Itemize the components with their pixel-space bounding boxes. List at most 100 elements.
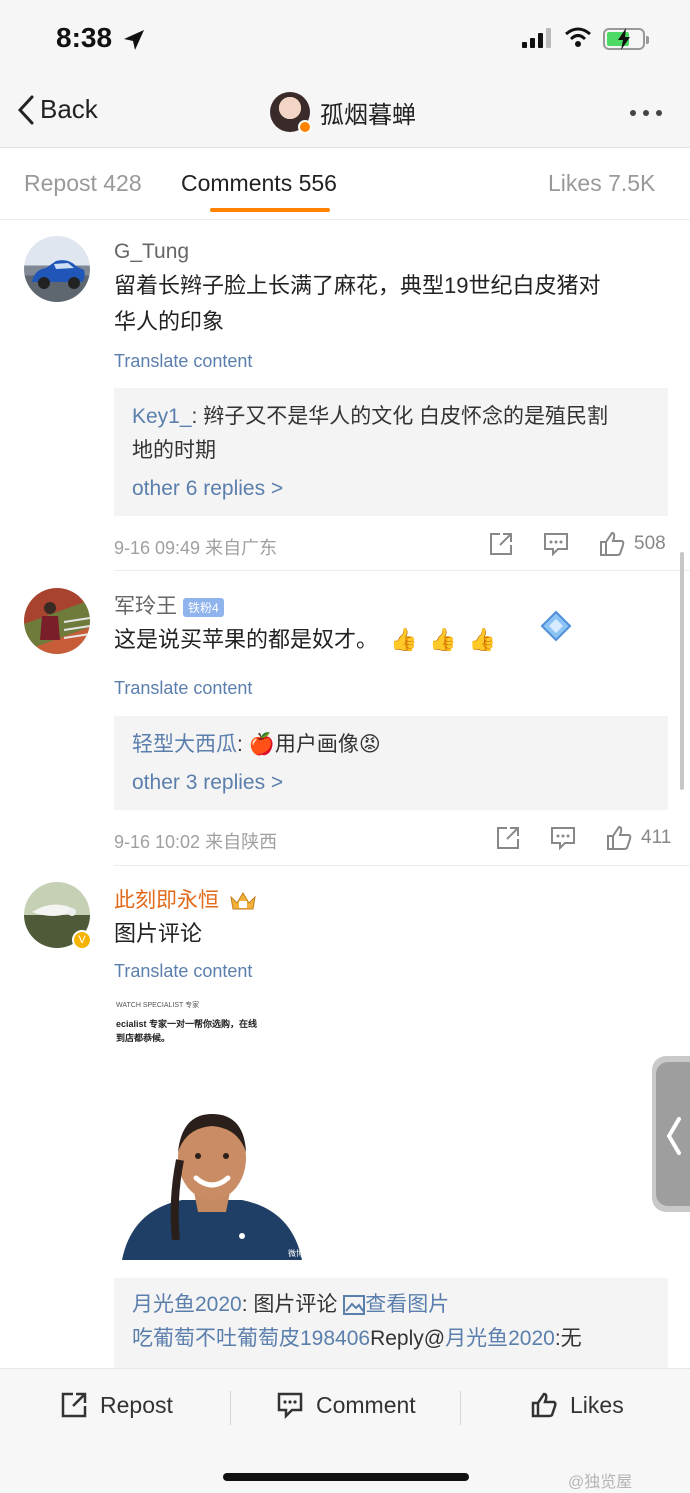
reply-line: 轻型大西瓜: 🍎用户画像😡 xyxy=(132,728,650,762)
separator xyxy=(230,1391,231,1425)
thumbs-up-emoji: 👍 xyxy=(468,627,497,652)
repost-label: Repost xyxy=(100,1391,173,1418)
comment-text: 留着长辫子脸上长满了麻花，典型19世纪白皮猪对 xyxy=(114,273,601,298)
image-caption-line: ecialist 专家一对一帮你选购，在线 xyxy=(116,1019,258,1029)
car-avatar-icon xyxy=(32,260,85,289)
share-icon xyxy=(61,1392,87,1418)
status-time: 8:38 xyxy=(56,22,113,53)
comment-item: G_Tung 留着长辫子脸上长满了麻花，典型19世纪白皮猪对 华人的印象 Tra… xyxy=(0,220,690,571)
comment-text: 图片评论 xyxy=(114,921,203,946)
chevron-left-icon xyxy=(666,1117,681,1155)
reply-prefix: Reply@ xyxy=(370,1327,446,1350)
reply-text: 图片评论 xyxy=(253,1293,344,1316)
nav-user[interactable]: 孤烟暮蝉 xyxy=(270,92,416,134)
comment-username-line: 此刻即永恒 xyxy=(114,884,257,914)
view-image-link[interactable]: 查看图片 xyxy=(365,1293,449,1316)
back-label: Back xyxy=(40,94,98,124)
person-photo xyxy=(122,1114,302,1260)
side-panel-handle[interactable] xyxy=(652,1056,690,1212)
tab-repost[interactable]: Repost 428 xyxy=(24,170,142,197)
like-icon[interactable] xyxy=(598,530,626,558)
scroll-indicator[interactable] xyxy=(680,552,684,790)
repost-button[interactable]: Repost xyxy=(60,1391,173,1419)
avatar[interactable] xyxy=(24,236,90,302)
comment-icon[interactable] xyxy=(542,531,570,557)
reply-text: 辫子又不是华人的文化 白皮怀念的是殖民割 xyxy=(203,405,609,428)
comment-username[interactable]: G_Tung xyxy=(114,240,189,264)
verified-badge-icon xyxy=(298,120,312,134)
translate-link[interactable]: Translate content xyxy=(114,678,252,699)
crown-icon xyxy=(230,892,256,910)
reply-separator: : xyxy=(237,733,249,756)
translate-link[interactable]: Translate content xyxy=(114,961,252,982)
page-title: 孤烟暮蝉 xyxy=(320,101,416,129)
home-indicator[interactable] xyxy=(223,1473,469,1481)
tab-bar: Repost 428 Comments 556 Likes 7.5K xyxy=(0,148,690,220)
like-icon xyxy=(531,1392,557,1418)
comment-username[interactable]: 军玲王 xyxy=(114,595,177,618)
share-icon[interactable] xyxy=(488,531,514,557)
comment-item: 军玲王 铁粉4 这是说买苹果的都是奴才。 👍 👍 👍 Translate content… xyxy=(0,570,690,866)
image-icon xyxy=(343,1295,366,1316)
comment-meta: 9-16 10:02 来自陕西 xyxy=(114,832,278,852)
comment-icon[interactable] xyxy=(549,825,577,851)
image-caption-line: 到店都恭候。 xyxy=(116,1033,171,1043)
reply-username[interactable]: 月光鱼2020 xyxy=(132,1293,242,1316)
tab-comments[interactable]: Comments 556 xyxy=(181,170,337,197)
reply-line: Key1_: 辫子又不是华人的文化 白皮怀念的是殖民割 xyxy=(132,400,650,434)
status-bar: 8:38 xyxy=(0,0,690,80)
likes-button[interactable]: Likes xyxy=(530,1391,624,1419)
comment-icon xyxy=(277,1392,303,1419)
avatar[interactable] xyxy=(270,92,312,134)
comment-image[interactable]: WATCH SPECIALIST 专家 ecialist 专家一对一帮你选购，在… xyxy=(114,1000,314,1260)
reply-username[interactable]: 轻型大西瓜 xyxy=(132,733,237,756)
image-caption-line: WATCH SPECIALIST 专家 xyxy=(116,1002,200,1009)
avatar[interactable] xyxy=(24,588,90,654)
diamond-icon xyxy=(540,610,572,642)
like-icon[interactable] xyxy=(605,824,633,852)
more-replies-link[interactable]: other 3 replies > xyxy=(132,766,650,800)
separator xyxy=(460,1391,461,1425)
share-icon[interactable] xyxy=(495,825,521,851)
reply-preview[interactable]: Key1_: 辫子又不是华人的文化 白皮怀念的是殖民割 地的时期 other 6… xyxy=(114,388,668,516)
reply-separator: : xyxy=(241,1293,254,1316)
cellular-signal-icon xyxy=(522,28,551,48)
avatar[interactable]: V xyxy=(24,882,92,950)
navigation-bar: Back 孤烟暮蝉 xyxy=(0,80,690,148)
more-replies-link[interactable]: other 6 replies > xyxy=(132,472,650,506)
more-options-icon[interactable] xyxy=(630,110,662,116)
back-button[interactable]: Back xyxy=(18,94,98,125)
location-arrow-icon xyxy=(124,30,144,50)
reply-preview[interactable]: 月光鱼2020: 图片评论 查看图片 吃葡萄不吐葡萄皮198406Reply@月… xyxy=(114,1278,668,1368)
watermark: @独览屋 xyxy=(568,1474,633,1491)
comment-label: Comment xyxy=(316,1391,416,1418)
reply-preview[interactable]: 轻型大西瓜: 🍎用户画像😡 other 3 replies > xyxy=(114,716,668,810)
battery-icon xyxy=(603,28,649,50)
reply-mention[interactable]: 月光鱼2020 xyxy=(445,1327,555,1350)
comment-username[interactable]: 此刻即永恒 xyxy=(114,889,219,912)
reply-username[interactable]: 吃葡萄不吐葡萄皮198406 xyxy=(132,1327,370,1350)
like-count: 508 xyxy=(634,533,666,554)
reply-username[interactable]: Key1_ xyxy=(132,405,192,428)
thumbs-up-emoji: 👍 xyxy=(390,627,418,652)
reply-separator: : xyxy=(191,405,204,428)
comment-actions: 508 xyxy=(488,530,666,558)
translate-link[interactable]: Translate content xyxy=(114,351,252,372)
chevron-left-icon xyxy=(18,95,34,124)
comment-text-line: 这是说买苹果的都是奴才。 👍 👍 👍 xyxy=(114,622,496,658)
reply-text: 用户画像 xyxy=(274,733,359,756)
comment-text: 这是说买苹果的都是奴才。 xyxy=(114,627,379,652)
thumbs-up-emoji: 👍 xyxy=(429,627,457,652)
comment-text-continued: 华人的印象 xyxy=(114,309,225,334)
comment-button[interactable]: Comment xyxy=(276,1391,416,1419)
apple-emoji: 🍎 xyxy=(248,733,275,756)
likes-label: Likes xyxy=(570,1391,624,1418)
fan-badge: 铁粉4 xyxy=(183,597,224,617)
verified-badge-icon: V xyxy=(72,930,92,950)
comment-username-line: 军玲王 铁粉4 xyxy=(114,590,224,620)
active-tab-indicator xyxy=(210,208,330,212)
tab-likes[interactable]: Likes 7.5K xyxy=(548,170,655,197)
angry-face-emoji: 😡 xyxy=(358,733,381,756)
comment-item: V 此刻即永恒 图片评论 Translate content WATCH SPE… xyxy=(0,866,690,1368)
comment-actions: 411 xyxy=(495,824,671,852)
